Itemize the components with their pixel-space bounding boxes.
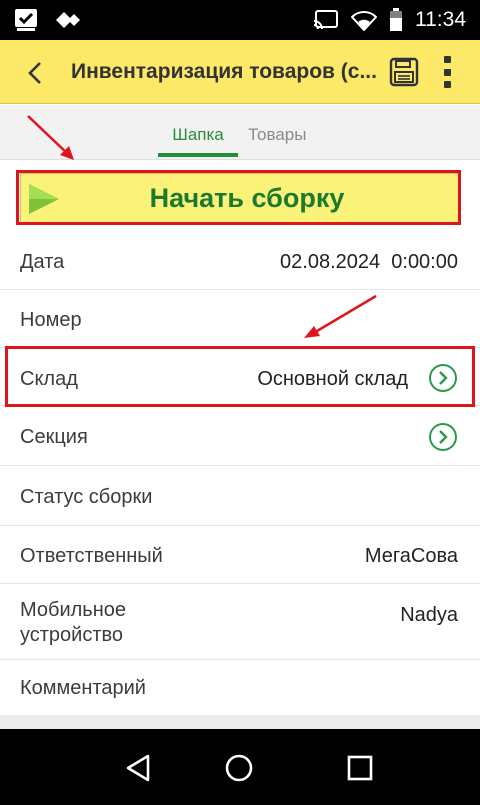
kebab-menu-button[interactable] [437, 54, 457, 90]
play-triangle-icon [29, 184, 59, 214]
kebab-dot [443, 68, 451, 76]
field-section[interactable]: Секция [0, 406, 480, 466]
clock-time: 11:34 [415, 8, 466, 31]
start-assembly-label: Начать сборку [149, 182, 345, 213]
field-label: Склад [20, 368, 78, 390]
field-number[interactable]: Номер [0, 290, 480, 348]
chevron-right-circle-icon[interactable] [428, 422, 458, 452]
field-label: Комментарий [20, 677, 146, 699]
wifi-icon [351, 11, 377, 31]
field-value: Nadya [400, 604, 458, 626]
kebab-dot [443, 81, 451, 88]
start-assembly-button[interactable]: Начать сборку [20, 173, 460, 223]
field-mobile-device[interactable]: Мобильное устройство Nadya [0, 584, 480, 660]
active-tab-indicator [158, 153, 238, 157]
field-responsible[interactable]: Ответственный МегаСова [0, 526, 480, 584]
field-value: МегаСова [364, 545, 458, 567]
field-value: Основной склад [257, 368, 408, 390]
back-chevron-icon [28, 62, 41, 84]
field-label: Номер [20, 309, 82, 331]
field-label: Мобильное устройство [20, 598, 126, 648]
recents-square-icon[interactable] [346, 754, 374, 782]
back-button[interactable] [18, 56, 52, 90]
field-label: Ответственный [20, 545, 163, 567]
save-button[interactable] [389, 57, 419, 87]
system-nav-bar [0, 729, 480, 805]
diamond-arrows-icon [56, 12, 80, 28]
home-circle-icon[interactable] [224, 753, 254, 783]
field-label: Статус сборки [20, 486, 153, 508]
field-label: Секция [20, 426, 88, 448]
kebab-menu-icon [443, 56, 451, 63]
checkbox-notification-icon [15, 9, 37, 31]
field-label-line-1: Мобильное [20, 599, 127, 621]
tab-header[interactable]: Шапка [158, 125, 238, 145]
chevron-right-circle-icon[interactable] [428, 363, 458, 393]
field-comment[interactable]: Комментарий [0, 660, 480, 715]
status-bar: 11:34 [0, 0, 480, 40]
app-header: Инвентаризация товаров (с... [0, 40, 480, 104]
field-label-line-2: устройство [20, 624, 124, 646]
field-assembly-status[interactable]: Статус сборки [0, 466, 480, 526]
back-triangle-icon[interactable] [124, 753, 152, 783]
field-value: 02.08.2024 0:00:00 [280, 251, 458, 273]
battery-icon [390, 8, 402, 31]
field-date[interactable]: Дата 02.08.2024 0:00:00 [0, 232, 480, 290]
tab-goods[interactable]: Товары [248, 125, 306, 145]
tab-bar: Шапка Товары [0, 105, 480, 160]
field-label: Дата [20, 251, 65, 273]
field-warehouse[interactable]: Склад Основной склад [0, 348, 480, 406]
cast-icon [313, 10, 338, 30]
content-bottom-band [0, 715, 480, 729]
page-title: Инвентаризация товаров (с... [71, 60, 377, 83]
floppy-disk-icon [389, 57, 419, 87]
